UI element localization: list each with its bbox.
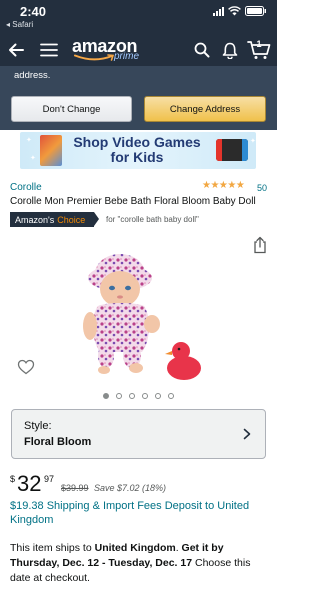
carousel-dot[interactable] <box>129 393 135 399</box>
change-address-button[interactable]: Change Address <box>144 96 266 122</box>
search-icon[interactable] <box>190 38 214 62</box>
price-symbol: $ <box>10 474 16 484</box>
delivery-country: United Kingdom <box>94 542 176 554</box>
choice-query: for "corolle bath baby doll" <box>106 215 199 224</box>
signal-icon <box>213 6 224 16</box>
share-icon[interactable] <box>252 236 268 254</box>
bell-icon[interactable] <box>218 38 242 62</box>
sparkle-icon: ✦ <box>30 155 36 162</box>
carousel-dot[interactable] <box>103 393 109 399</box>
heart-icon[interactable] <box>17 359 35 375</box>
rating-count[interactable]: 50 <box>257 183 267 193</box>
address-banner-text: address. <box>14 70 51 81</box>
logo-prime-text: prime <box>114 51 140 62</box>
status-bar: 2:40 ◂ Safari <box>0 0 277 34</box>
amazons-choice-badge: Amazon's Choice <box>10 212 100 227</box>
sparkle-icon: ✦ <box>26 137 32 144</box>
product-image[interactable] <box>60 234 210 384</box>
style-selector[interactable]: Style: Floral Bloom <box>11 409 266 459</box>
amazon-logo[interactable]: amazon prime <box>72 36 152 64</box>
menu-icon[interactable] <box>37 38 61 62</box>
cart-count: 1 <box>256 39 262 49</box>
image-carousel-dots <box>0 393 277 399</box>
carousel-dot[interactable] <box>142 393 148 399</box>
price-fraction: 97 <box>44 474 55 484</box>
carousel-dot[interactable] <box>168 393 174 399</box>
game-box-image <box>40 135 62 166</box>
style-label: Style: <box>24 420 52 432</box>
status-icons <box>213 6 267 16</box>
choice-badge-highlight: Choice <box>57 214 86 225</box>
list-price: $39.99 <box>61 483 89 493</box>
delivery-text: This item ships to <box>10 542 95 554</box>
app-header: amazon prime 1 <box>0 34 277 66</box>
carousel-dot[interactable] <box>155 393 161 399</box>
shipping-fees-link[interactable]: $19.38 Shipping & Import Fees Deposit to… <box>10 499 272 527</box>
brand-link[interactable]: Corolle <box>10 182 42 193</box>
choice-badge-label: Amazon's <box>15 214 55 225</box>
battery-icon <box>245 6 267 16</box>
cart-icon[interactable]: 1 <box>247 38 271 62</box>
back-arrow-icon[interactable] <box>4 38 28 62</box>
sparkle-icon: ✦ <box>250 138 256 145</box>
product-title: Corolle Mon Premier Bebe Bath Floral Blo… <box>10 196 256 207</box>
chevron-right-icon <box>243 428 251 440</box>
carousel-dot[interactable] <box>116 393 122 399</box>
delivery-info: This item ships to United Kingdom. Get i… <box>10 541 272 586</box>
game-console-image <box>216 139 248 161</box>
dont-change-button[interactable]: Don't Change <box>11 96 132 122</box>
promo-text: Shop Video Games for Kids <box>73 134 201 165</box>
rating-stars[interactable]: ★★★★★ <box>202 180 245 191</box>
logo-smile-icon <box>74 54 115 61</box>
status-time: 2:40 <box>20 4 47 19</box>
price-whole: 32 <box>17 471 42 496</box>
style-value: Floral Bloom <box>24 436 92 448</box>
wifi-icon <box>228 6 241 16</box>
savings-text: Save $7.02 (18%) <box>94 483 167 493</box>
status-back-to-safari[interactable]: ◂ Safari <box>6 20 33 29</box>
promo-banner[interactable]: ✦ ✦ ✦ Shop Video Games for Kids <box>20 132 256 169</box>
